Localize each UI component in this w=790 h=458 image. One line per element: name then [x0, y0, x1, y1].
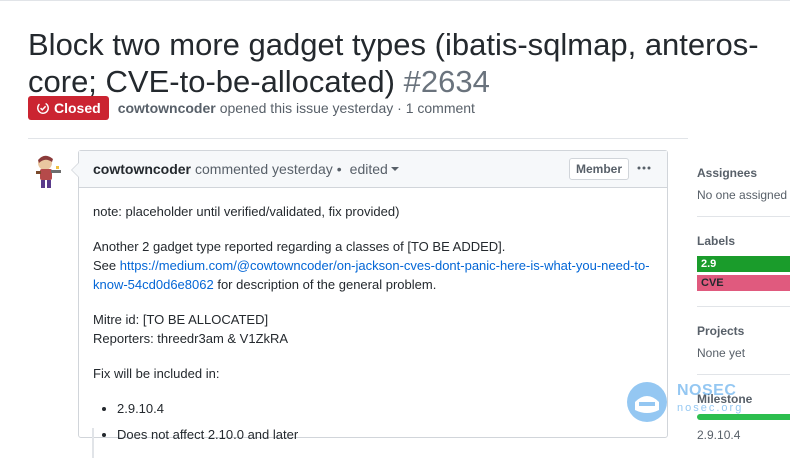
comment-body: note: placeholder until verified/validat…: [79, 188, 667, 444]
watermark-brand: NOSEC: [677, 382, 737, 399]
edited-dropdown[interactable]: edited: [350, 161, 400, 177]
list-item: 2.9.10.4: [117, 399, 653, 418]
issue-title-text: Block two more gadget types (ibatis-sqlm…: [28, 27, 759, 99]
link-suffix: for description of the general problem.: [217, 277, 437, 292]
sidebar-divider: [697, 216, 790, 217]
watermark-sub: nosec.org: [677, 402, 744, 414]
label-2-9[interactable]: 2.9: [697, 256, 790, 272]
assignees-value: No one assigned: [697, 188, 788, 202]
timeline-line: [92, 428, 94, 458]
comment-line-1: Another 2 gadget type reported regarding…: [93, 239, 506, 254]
milestone-value[interactable]: 2.9.10.4: [697, 428, 790, 442]
avatar[interactable]: [28, 152, 68, 192]
avatar-image: [28, 152, 68, 192]
state-badge: Closed: [28, 96, 109, 120]
issue-meta-text: opened this issue yesterday · 1 comment: [219, 100, 475, 116]
comment-note: note: placeholder until verified/validat…: [93, 204, 400, 219]
fix-intro: Fix will be included in:: [93, 366, 220, 381]
labels-section[interactable]: Labels 2.9 CVE: [697, 234, 790, 294]
projects-value: None yet: [697, 346, 746, 360]
chevron-down-icon: [390, 167, 399, 171]
header-divider: [28, 138, 688, 139]
labels-title: Labels: [697, 234, 736, 248]
issue-meta: Closed cowtowncoder opened this issue ye…: [28, 96, 475, 120]
nosec-logo-icon: [627, 382, 667, 422]
comment-action: commented yesterday: [195, 161, 333, 177]
comment-ids: Mitre id: [TO BE ALLOCATED] Reporters: t…: [93, 310, 653, 348]
state-label: Closed: [54, 100, 101, 116]
top-rule: [0, 0, 790, 5]
label-cve[interactable]: CVE: [697, 275, 790, 291]
reporters: Reporters: threedr3am & V1ZkRA: [93, 331, 289, 346]
issue-number: #2634: [403, 64, 490, 99]
kebab-menu-icon[interactable]: [635, 159, 653, 177]
comment-box: cowtowncoder commented yesterday • edite…: [71, 150, 668, 442]
issue-author-link[interactable]: cowtowncoder: [118, 100, 216, 116]
comment-author-link[interactable]: cowtowncoder: [93, 161, 191, 177]
comment-header: cowtowncoder commented yesterday • edite…: [79, 151, 667, 188]
mitre-id: Mitre id: [TO BE ALLOCATED]: [93, 312, 269, 327]
member-badge: Member: [568, 158, 629, 180]
projects-section[interactable]: Projects None yet: [697, 324, 790, 360]
edited-label: edited: [349, 161, 388, 177]
sidebar-divider: [697, 306, 790, 307]
see-text: See: [93, 258, 117, 273]
comment-paragraph: Another 2 gadget type reported regarding…: [93, 237, 653, 294]
fix-list: 2.9.10.4 Does not affect 2.10.0 and late…: [93, 399, 653, 444]
issue-closed-icon: [37, 102, 49, 114]
watermark: NOSEC nosec.org: [625, 380, 785, 425]
projects-title: Projects: [697, 324, 745, 338]
assignees-title: Assignees: [697, 166, 758, 180]
list-item: Does not affect 2.10.0 and later: [117, 425, 653, 444]
sidebar-divider: [697, 374, 790, 375]
issue-title: Block two more gadget types (ibatis-sqlm…: [28, 26, 788, 100]
assignees-section[interactable]: Assignees No one assigned: [697, 166, 790, 202]
comment-separator: •: [336, 161, 342, 177]
